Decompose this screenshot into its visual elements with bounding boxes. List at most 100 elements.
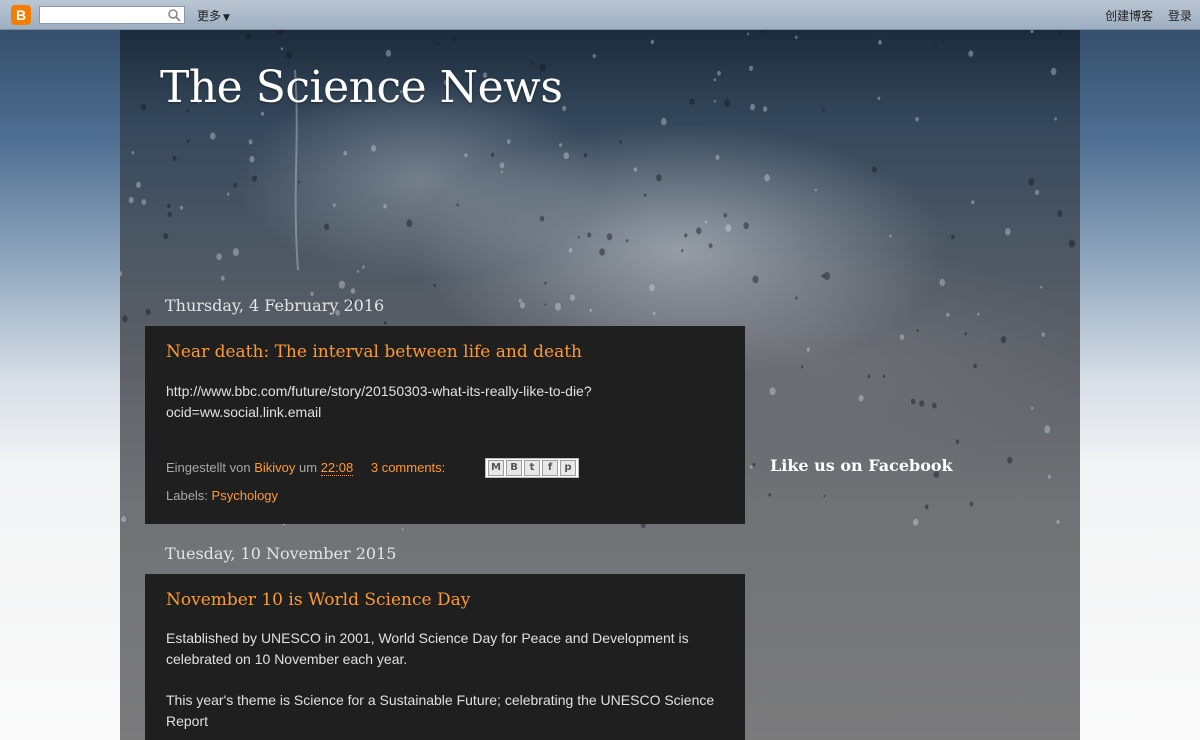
raindrop	[1044, 425, 1051, 434]
email-icon[interactable]: M	[488, 460, 504, 476]
search-input[interactable]	[43, 8, 167, 24]
raindrop	[385, 49, 392, 57]
raindrop	[187, 139, 190, 143]
pinterest-icon[interactable]: p	[560, 460, 576, 476]
raindrop	[606, 233, 613, 241]
raindrop	[506, 139, 511, 144]
raindrop	[163, 232, 169, 240]
raindrop	[599, 248, 605, 256]
raindrop	[131, 151, 135, 155]
facebook-icon[interactable]: f	[542, 460, 558, 476]
raindrop	[120, 271, 123, 277]
create-blog-link[interactable]: 创建博客	[1105, 9, 1153, 23]
raindrop	[1041, 332, 1045, 337]
raindrop	[563, 152, 569, 160]
at-label: um	[299, 460, 318, 475]
posted-by-label: Eingestellt von	[166, 460, 251, 475]
raindrop	[749, 65, 754, 71]
raindrop	[973, 363, 977, 369]
raindrop	[324, 223, 330, 231]
raindrop	[1007, 456, 1013, 464]
raindrop	[1031, 406, 1034, 410]
comments-link[interactable]: 3 comments:	[371, 460, 445, 475]
post-date-header: Thursday, 4 February 2016	[165, 296, 385, 315]
raindrop	[650, 39, 655, 45]
post-date-header: Tuesday, 10 November 2015	[165, 544, 397, 563]
post-body-line: http://www.bbc.com/future/story/20150303…	[166, 383, 592, 399]
raindrop	[762, 106, 768, 112]
post-title[interactable]: Near death: The interval between life an…	[166, 342, 724, 362]
raindrop	[795, 35, 798, 39]
raindrop	[562, 105, 567, 112]
raindrop	[715, 154, 720, 160]
raindrop	[924, 504, 929, 510]
raindrop	[280, 47, 284, 51]
raindrop	[899, 334, 905, 340]
raindrop	[681, 249, 684, 253]
more-menu-button[interactable]: 更多 ▼	[197, 7, 230, 24]
raindrop	[350, 288, 356, 294]
post-title[interactable]: November 10 is World Science Day	[166, 590, 724, 610]
post-timestamp-link[interactable]: 22:08	[320, 460, 354, 476]
raindrop	[704, 220, 707, 224]
raindrop	[713, 78, 716, 82]
raindrop	[433, 283, 436, 287]
login-link[interactable]: 登录	[1168, 9, 1192, 23]
raindrop	[684, 233, 688, 238]
raindrop	[1000, 336, 1007, 344]
blog-title[interactable]: The Science News	[160, 62, 563, 113]
raindrop	[969, 501, 974, 507]
raindrop	[332, 203, 336, 208]
raindrop	[968, 50, 974, 57]
raindrop	[858, 394, 864, 402]
labels-prefix: Labels:	[166, 488, 208, 503]
blogger-icon[interactable]: B	[506, 460, 522, 476]
raindrop	[747, 32, 750, 36]
raindrop	[932, 402, 937, 409]
raindrop	[577, 236, 580, 239]
raindrop	[338, 280, 346, 289]
post-labels-line: Labels: Psychology	[166, 488, 278, 503]
raindrop	[136, 181, 141, 188]
raindrop	[649, 284, 655, 292]
raindrop	[500, 170, 503, 174]
twitter-icon[interactable]: t	[524, 460, 540, 476]
facebook-widget-title: Like us on Facebook	[770, 456, 953, 475]
raindrop	[544, 281, 547, 285]
raindrop	[878, 39, 882, 45]
raindrop	[915, 116, 919, 122]
raindrop	[1030, 30, 1034, 34]
raindrop	[210, 132, 216, 140]
raindrop	[286, 51, 293, 59]
raindrop	[456, 203, 459, 207]
blogger-navbar: B 更多 ▼ 创建博客 登录	[0, 0, 1200, 30]
blogger-logo-icon[interactable]: B	[11, 5, 31, 25]
raindrop	[877, 96, 881, 101]
post-body-line: ocid=ww.social.link.email	[166, 404, 322, 420]
search-icon[interactable]	[167, 8, 181, 22]
raindrop	[216, 253, 222, 261]
raindrop	[167, 203, 171, 209]
raindrop	[823, 494, 826, 498]
raindrop	[743, 222, 749, 230]
raindrop	[167, 211, 172, 218]
label-link[interactable]: Psychology	[212, 488, 278, 503]
raindrop	[971, 200, 975, 205]
raindrop	[867, 374, 871, 379]
raindrop	[689, 98, 695, 105]
raindrop	[227, 192, 230, 196]
author-link[interactable]: Bikivoy	[254, 460, 295, 475]
raindrop	[140, 103, 146, 111]
post-body: Established by UNESCO in 2001, World Sci…	[166, 628, 724, 732]
navbar-search-box[interactable]	[39, 6, 185, 24]
raindrop	[277, 30, 284, 36]
raindrop	[180, 205, 183, 210]
raindrop	[145, 308, 151, 316]
raindrop	[1068, 239, 1075, 248]
post-paragraph: Established by UNESCO in 2001, World Sci…	[166, 630, 689, 667]
raindrop	[233, 182, 237, 188]
raindrop	[383, 204, 387, 209]
raindrop	[297, 180, 300, 184]
raindrop	[490, 152, 495, 157]
raindrop	[172, 155, 177, 162]
